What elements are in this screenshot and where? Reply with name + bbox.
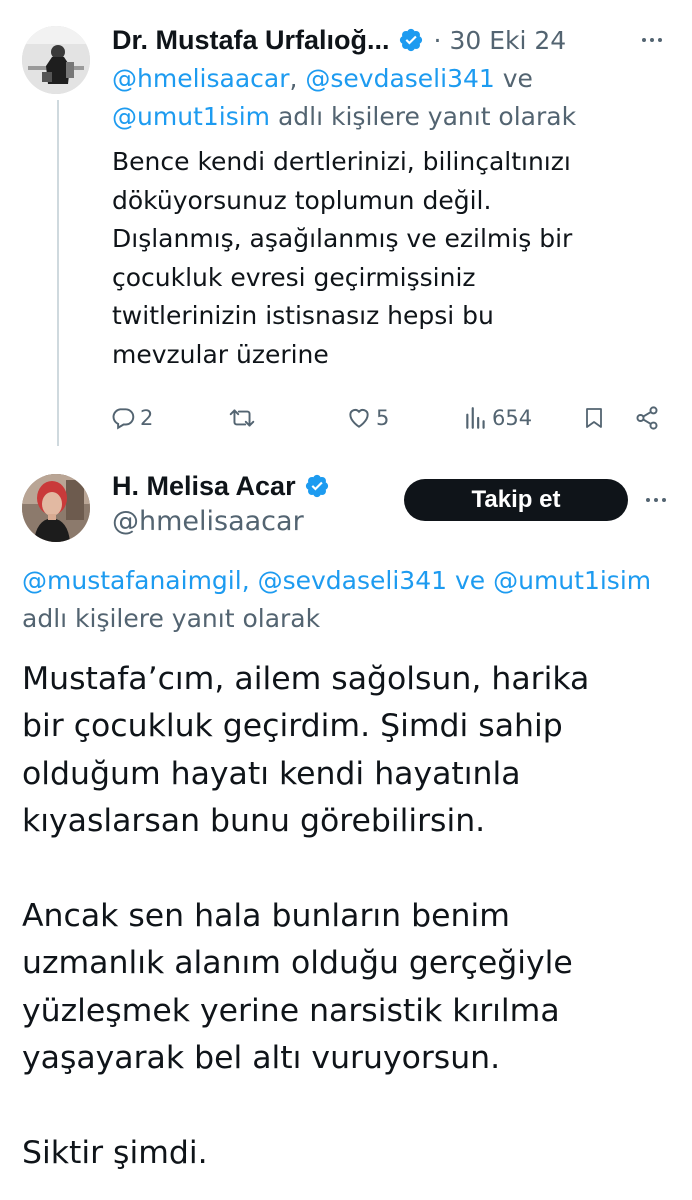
author-name[interactable]: Dr. Mustafa Urfalıoğ... [112, 25, 390, 56]
retweet-button[interactable] [228, 402, 260, 434]
tweet2-header: H. Melisa Acar [112, 466, 330, 506]
tweet1-header: Dr. Mustafa Urfalıoğ... · 30 Eki 24 [112, 20, 566, 60]
verified-badge-icon [304, 473, 330, 499]
mention-link[interactable]: @sevdaseli341 [305, 64, 494, 93]
author-handle[interactable]: @hmelisaacar [112, 506, 304, 537]
mention-separator: , [289, 64, 306, 93]
views-bar-chart-icon [464, 405, 488, 431]
reply-bubble-icon [110, 405, 136, 431]
reply-button[interactable]: 2 [110, 402, 153, 434]
more-horizontal-icon[interactable] [640, 28, 664, 52]
mention-separator: , [241, 566, 258, 595]
mention-link[interactable]: @hmelisaacar [112, 64, 289, 93]
verified-badge-icon [398, 27, 424, 53]
reply-context: @hmelisaacar, @sevdaseli341 ve @umut1isi… [112, 60, 652, 136]
share-icon [634, 405, 660, 431]
like-count: 5 [376, 406, 390, 430]
mention-link[interactable]: @mustafanaimgil [22, 566, 242, 595]
mention-separator: ve [494, 64, 533, 93]
retweet-icon [228, 405, 256, 431]
tweet-text: Mustafa’cım, ailem sağolsun, harika bir … [22, 661, 590, 1172]
thread-connector-line [57, 100, 59, 446]
avatar-photo-image [22, 26, 90, 94]
heart-icon [346, 405, 372, 431]
views-count: 654 [492, 406, 533, 430]
bookmark-icon [582, 405, 606, 431]
reply-context: @mustafanaimgil, @sevdaseli341 ve @umut1… [22, 562, 692, 638]
more-horizontal-icon[interactable] [644, 488, 668, 512]
share-button[interactable] [634, 402, 660, 434]
bookmark-button[interactable] [582, 402, 606, 434]
reply-context-suffix: adlı kişilere yanıt olarak [270, 102, 577, 131]
reply-count: 2 [140, 406, 154, 430]
avatar-photo-image [22, 474, 90, 542]
views-button[interactable]: 654 [464, 402, 532, 434]
mention-separator: ve [447, 566, 494, 595]
reply-context-suffix: adlı kişilere yanıt olarak [22, 604, 321, 633]
follow-button[interactable]: Takip et [404, 479, 628, 521]
avatar[interactable] [22, 474, 90, 542]
tweet-date[interactable]: · 30 Eki 24 [434, 26, 567, 55]
mention-link[interactable]: @umut1isim [112, 102, 270, 131]
tweet-text: Bence kendi dertlerinizi, bilinçaltınızı… [112, 147, 573, 369]
like-button[interactable]: 5 [346, 402, 389, 434]
avatar[interactable] [22, 26, 90, 94]
author-name[interactable]: H. Melisa Acar [112, 471, 296, 502]
mention-link[interactable]: @sevdaseli341 [258, 566, 447, 595]
mention-link[interactable]: @umut1isim [493, 566, 651, 595]
